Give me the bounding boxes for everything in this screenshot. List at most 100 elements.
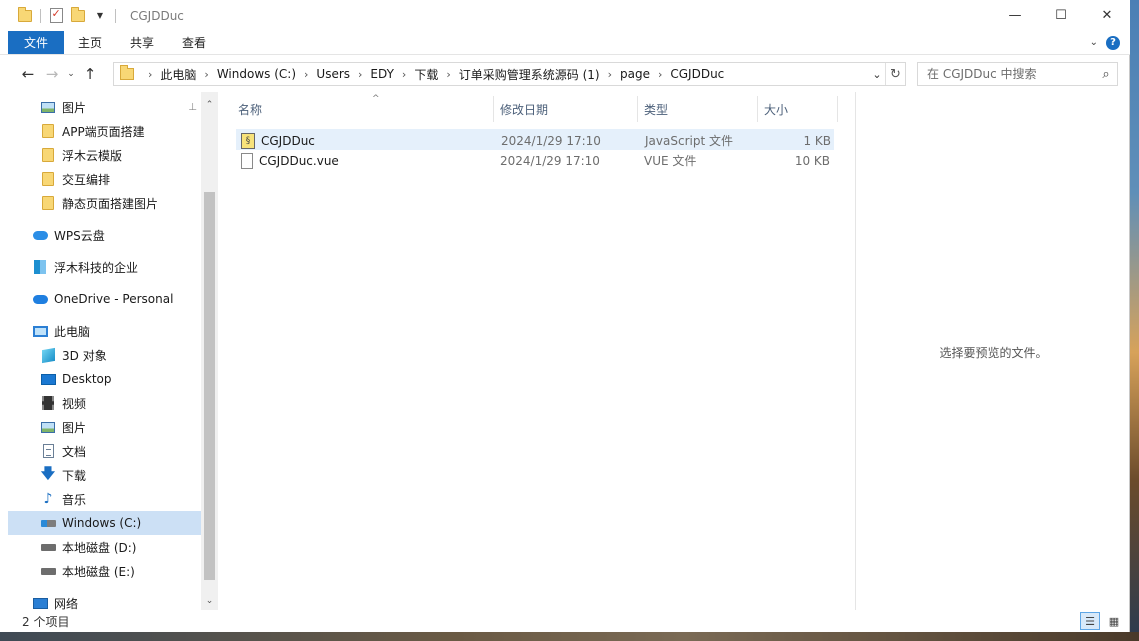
address-bar[interactable]: › 此电脑 › Windows (C:) › Users › EDY › 下载 …	[113, 62, 906, 86]
column-header-label: 类型	[644, 102, 669, 117]
nav-item-label: 静态页面搭建图片	[62, 196, 159, 211]
breadcrumb-users[interactable]: Users	[316, 67, 350, 81]
breadcrumb-separator[interactable]: ›	[304, 68, 308, 81]
properties-icon[interactable]	[45, 5, 67, 27]
column-header-size[interactable]: 大小	[758, 96, 838, 122]
minimize-button[interactable]: —	[992, 0, 1038, 31]
back-button[interactable]: ←	[16, 62, 40, 86]
this-pc-icon	[32, 323, 48, 339]
customize-toolbar-icon[interactable]: ▼	[89, 5, 111, 27]
up-button[interactable]: ↑	[78, 62, 102, 86]
details-view-icon[interactable]: ☰	[1080, 612, 1100, 630]
breadcrumb-windows-c[interactable]: Windows (C:)	[217, 67, 296, 81]
nav-item-music[interactable]: ♪ 音乐	[8, 487, 201, 511]
column-header-type[interactable]: 类型	[638, 96, 758, 122]
drive-icon	[40, 563, 56, 579]
navigation-scrollbar[interactable]: ⌃ ⌄	[201, 92, 218, 610]
nav-item-enterprise[interactable]: 浮木科技的企业	[8, 255, 201, 279]
nav-item-fumuyun-template[interactable]: 浮木云模版	[8, 143, 201, 167]
tab-home[interactable]: 主页	[64, 31, 116, 54]
nav-item-3d-objects[interactable]: 3D 对象	[8, 343, 201, 367]
scrollbar-thumb[interactable]	[204, 192, 215, 580]
help-icon[interactable]: ?	[1106, 35, 1120, 50]
address-history-dropdown[interactable]: ⌄	[869, 68, 885, 81]
nav-item-label: 图片	[62, 100, 87, 115]
nav-item-downloads[interactable]: 🡇 下载	[8, 463, 201, 487]
breadcrumb-edy[interactable]: EDY	[370, 67, 394, 81]
breadcrumb-current[interactable]: CGJDDuc	[670, 67, 724, 81]
maximize-button[interactable]: ☐	[1038, 0, 1084, 31]
search-icon[interactable]: ⌕	[1095, 67, 1117, 82]
column-header-name[interactable]: 名称 ^	[232, 94, 494, 122]
onedrive-icon	[32, 291, 48, 307]
nav-item-this-pc[interactable]: 此电脑	[8, 319, 201, 343]
documents-icon	[40, 443, 56, 459]
nav-item-windows-c[interactable]: Windows (C:)	[8, 511, 201, 535]
pin-icon[interactable]: ⊥	[188, 102, 197, 113]
preview-pane: 选择要预览的文件。	[855, 92, 1130, 610]
folder-icon	[40, 171, 56, 187]
nav-item-interaction-orchestration[interactable]: 交互编排	[8, 167, 201, 191]
breadcrumb-separator[interactable]: ›	[358, 68, 362, 81]
tab-file[interactable]: 文件	[8, 31, 64, 54]
scroll-up-button[interactable]: ⌃	[201, 96, 218, 113]
search-input[interactable]	[918, 67, 1095, 81]
breadcrumb-downloads[interactable]: 下载	[414, 66, 438, 83]
breadcrumb-separator[interactable]: ›	[608, 68, 612, 81]
nav-item-desktop[interactable]: Desktop	[8, 367, 201, 391]
tab-view[interactable]: 查看	[168, 31, 220, 54]
file-row[interactable]: § CGJDDuc 2024/1/29 17:10 JavaScript 文件 …	[236, 129, 834, 150]
wps-cloud-icon	[32, 227, 48, 243]
recent-locations-button[interactable]: ⌄	[64, 62, 78, 86]
column-header-label: 修改日期	[500, 102, 549, 117]
nav-item-wps-cloud[interactable]: WPS云盘	[8, 223, 201, 247]
blank-file-icon	[241, 152, 253, 169]
breadcrumb-this-pc[interactable]: 此电脑	[160, 66, 196, 83]
nav-item-label: WPS云盘	[54, 228, 105, 243]
breadcrumb-separator[interactable]: ›	[446, 68, 450, 81]
window-controls: — ☐ ✕	[992, 0, 1130, 31]
nav-item-label: 网络	[54, 596, 79, 611]
scroll-down-button[interactable]: ⌄	[201, 592, 218, 609]
column-header-date[interactable]: 修改日期	[494, 96, 638, 122]
breadcrumb-page[interactable]: page	[620, 67, 650, 81]
address-row: ← → ⌄ ↑ › 此电脑 › Windows (C:) › Users › E…	[0, 56, 1130, 92]
nav-item-local-disk-d[interactable]: 本地磁盘 (D:)	[8, 535, 201, 559]
nav-item-network[interactable]: 网络	[8, 591, 201, 610]
file-type: VUE 文件	[644, 154, 697, 168]
new-folder-icon[interactable]	[67, 5, 89, 27]
nav-item-static-page-images[interactable]: 静态页面搭建图片	[8, 191, 201, 215]
nav-item-pictures[interactable]: 图片	[8, 415, 201, 439]
large-icons-view-icon[interactable]: ▦	[1104, 612, 1124, 630]
breadcrumb-separator[interactable]: ›	[402, 68, 406, 81]
breadcrumb-separator[interactable]: ›	[204, 68, 208, 81]
quick-access-toolbar: ▼	[0, 0, 120, 31]
column-header-label: 名称	[238, 102, 263, 117]
pictures-icon	[40, 99, 56, 115]
folder-icon	[120, 65, 134, 80]
nav-item-label: APP端页面搭建	[62, 124, 145, 139]
nav-item-pictures-pinned[interactable]: 图片 ⊥	[8, 95, 201, 119]
breadcrumb-separator: ›	[148, 67, 153, 81]
toolbar-divider	[40, 8, 41, 23]
tab-share[interactable]: 共享	[116, 31, 168, 54]
nav-item-videos[interactable]: 视频	[8, 391, 201, 415]
expand-ribbon-icon[interactable]: ⌄	[1090, 37, 1098, 48]
nav-item-documents[interactable]: 文档	[8, 439, 201, 463]
close-button[interactable]: ✕	[1084, 0, 1130, 31]
file-row[interactable]: CGJDDuc.vue 2024/1/29 17:10 VUE 文件 10 KB	[236, 150, 834, 171]
nav-item-label: 文档	[62, 444, 87, 459]
preview-empty-message: 选择要预览的文件。	[939, 346, 1048, 360]
nav-item-onedrive[interactable]: OneDrive - Personal	[8, 287, 201, 311]
file-list: 名称 ^ 修改日期 类型 大小 § CGJDDuc 2024/1/29 17:1…	[219, 92, 855, 610]
nav-item-label: 浮木云模版	[62, 148, 123, 163]
videos-icon	[40, 395, 56, 411]
javascript-file-icon: §	[241, 132, 255, 149]
refresh-button[interactable]: ↻	[885, 63, 905, 85]
forward-button[interactable]: →	[40, 62, 64, 86]
nav-item-local-disk-e[interactable]: 本地磁盘 (E:)	[8, 559, 201, 583]
view-switcher: ☰ ▦	[1080, 612, 1130, 630]
breadcrumb-separator[interactable]: ›	[658, 68, 662, 81]
nav-item-app-page-build[interactable]: APP端页面搭建	[8, 119, 201, 143]
breadcrumb-source-folder[interactable]: 订单采购管理系统源码 (1)	[459, 66, 600, 83]
